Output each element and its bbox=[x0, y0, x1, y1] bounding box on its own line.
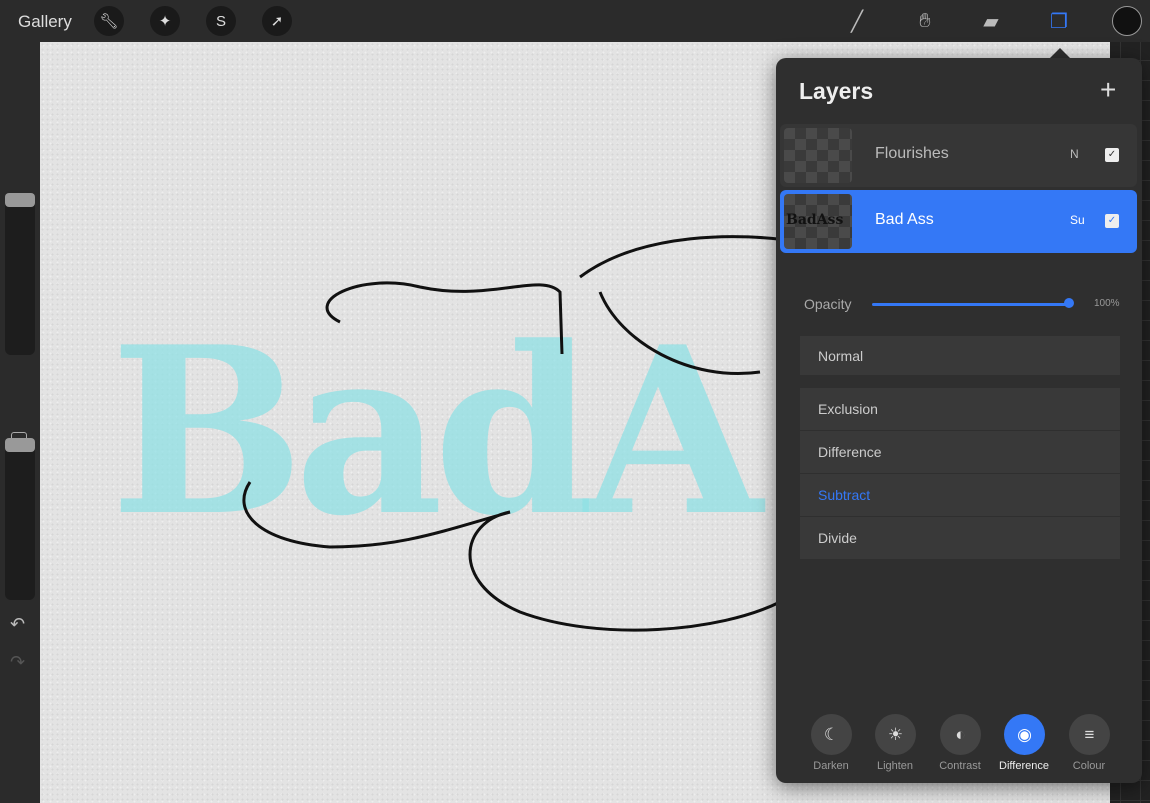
left-sidebar: ↶ ↷ bbox=[0, 42, 40, 803]
layers-icon[interactable]: ❐ bbox=[1044, 6, 1074, 36]
redo-button[interactable]: ↷ bbox=[10, 652, 25, 673]
brush-opacity-slider[interactable] bbox=[5, 438, 35, 600]
lighten-icon[interactable]: ☀ bbox=[875, 714, 916, 755]
color-swatch[interactable] bbox=[1112, 6, 1142, 36]
blend-mode-divide[interactable]: Divide bbox=[800, 517, 1120, 560]
slider-handle[interactable] bbox=[5, 438, 35, 452]
wrench-icon[interactable]: 🔧︎ bbox=[94, 6, 124, 36]
artwork-lettering: BadA bbox=[110, 297, 766, 567]
top-toolbar: Gallery 🔧︎ ✦ S ➚ ╱ ✋︎ ▰ ❐ bbox=[0, 0, 1150, 42]
category-label-contrast[interactable]: Contrast bbox=[925, 760, 995, 772]
darken-icon[interactable]: ☾ bbox=[811, 714, 852, 755]
layer-name: Flourishes bbox=[875, 145, 949, 162]
eraser-icon[interactable]: ▰ bbox=[976, 6, 1006, 36]
opacity-slider-handle[interactable] bbox=[1064, 298, 1074, 308]
layer-blend-mode[interactable]: N bbox=[1070, 147, 1079, 161]
layers-panel: Layers + Flourishes N ✓ BadAss Bad Ass S… bbox=[776, 58, 1142, 783]
undo-button[interactable]: ↶ bbox=[10, 614, 25, 635]
brush-icon[interactable]: ╱ bbox=[842, 6, 872, 36]
slider-handle[interactable] bbox=[5, 193, 35, 207]
blend-mode-exclusion[interactable]: Exclusion bbox=[800, 388, 1120, 431]
category-label-darken[interactable]: Darken bbox=[796, 760, 866, 772]
panel-pointer bbox=[1050, 48, 1070, 58]
layer-visibility-checkbox[interactable]: ✓ bbox=[1105, 214, 1119, 228]
layer-visibility-checkbox[interactable]: ✓ bbox=[1105, 148, 1119, 162]
layer-name: Bad Ass bbox=[875, 211, 934, 228]
magic-wand-icon[interactable]: ✦ bbox=[150, 6, 180, 36]
brush-size-slider[interactable] bbox=[5, 193, 35, 355]
add-layer-button[interactable]: + bbox=[1100, 74, 1116, 106]
transform-arrow-icon[interactable]: ➚ bbox=[262, 6, 292, 36]
layer-thumbnail: BadAss bbox=[784, 194, 852, 249]
gallery-button[interactable]: Gallery bbox=[18, 12, 72, 32]
opacity-value: 100% bbox=[1094, 298, 1120, 309]
panel-title: Layers bbox=[799, 78, 874, 104]
blend-mode-difference[interactable]: Difference bbox=[800, 431, 1120, 474]
blend-mode-subtract[interactable]: Subtract bbox=[800, 474, 1120, 517]
category-label-colour[interactable]: Colour bbox=[1054, 760, 1124, 772]
current-blend-mode[interactable]: Normal bbox=[800, 336, 1120, 376]
opacity-slider[interactable] bbox=[872, 303, 1068, 306]
opacity-label: Opacity bbox=[804, 296, 852, 312]
smudge-icon[interactable]: ✋︎ bbox=[910, 6, 940, 36]
category-label-lighten[interactable]: Lighten bbox=[860, 760, 930, 772]
layer-row-bad-ass[interactable]: BadAss Bad Ass Su ✓ bbox=[780, 190, 1137, 253]
layer-blend-mode[interactable]: Su bbox=[1070, 213, 1085, 227]
colour-icon[interactable]: ≡ bbox=[1069, 714, 1110, 755]
difference-icon[interactable]: ◉ bbox=[1004, 714, 1045, 755]
category-label-difference[interactable]: Difference bbox=[989, 760, 1059, 772]
layer-row-flourishes[interactable]: Flourishes N ✓ bbox=[780, 124, 1137, 187]
contrast-icon[interactable]: ◐ bbox=[940, 714, 981, 755]
layer-thumbnail bbox=[784, 128, 852, 183]
selection-icon[interactable]: S bbox=[206, 6, 236, 36]
